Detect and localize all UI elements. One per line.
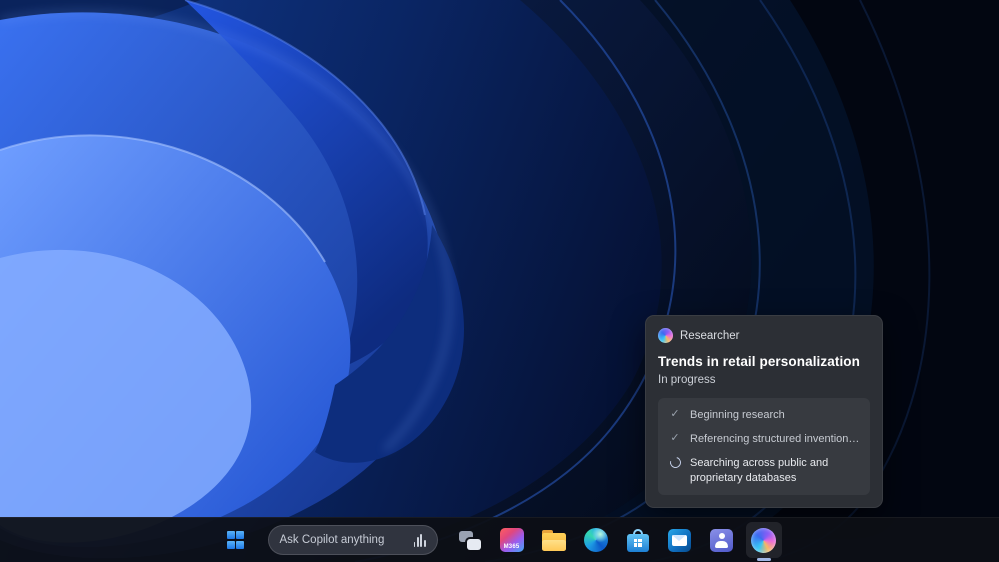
research-steps-panel: ✓ Beginning research ✓ Referencing struc… xyxy=(658,398,870,495)
check-icon: ✓ xyxy=(668,408,682,421)
voice-waveform-icon xyxy=(414,534,426,547)
research-step-done: ✓ Beginning research xyxy=(668,408,860,423)
start-button[interactable] xyxy=(218,522,254,558)
copilot-active-indicator xyxy=(757,558,771,561)
store-bag-icon xyxy=(627,529,649,552)
copilot-app-icon xyxy=(751,528,776,553)
researcher-app-label: Researcher xyxy=(680,330,739,342)
microsoft-store-button[interactable] xyxy=(620,522,656,558)
windows-logo-icon xyxy=(227,531,245,549)
copilot-button[interactable] xyxy=(746,522,782,558)
teams-button[interactable] xyxy=(704,522,740,558)
taskbar: Ask Copilot anything M365 xyxy=(0,517,999,562)
outlook-icon xyxy=(668,529,691,552)
researcher-card[interactable]: Researcher Trends in retail personalizat… xyxy=(645,315,883,508)
step-label: Beginning research xyxy=(690,408,785,423)
file-explorer-button[interactable] xyxy=(536,522,572,558)
task-view-icon xyxy=(459,531,481,550)
research-status: In progress xyxy=(658,374,870,386)
outlook-button[interactable] xyxy=(662,522,698,558)
research-title: Trends in retail personalization xyxy=(658,354,870,369)
search-placeholder: Ask Copilot anything xyxy=(280,534,385,546)
check-icon: ✓ xyxy=(668,432,682,445)
microsoft-365-icon: M365 xyxy=(500,528,524,552)
edge-button[interactable] xyxy=(578,522,614,558)
microsoft-365-button[interactable]: M365 xyxy=(494,522,530,558)
taskbar-center-group: Ask Copilot anything M365 xyxy=(218,522,782,558)
step-label: Referencing structured invention d… xyxy=(690,432,860,447)
task-view-button[interactable] xyxy=(452,522,488,558)
desktop: Researcher Trends in retail personalizat… xyxy=(0,0,999,562)
step-label: Searching across public and proprietary … xyxy=(690,456,860,486)
progress-spinner-icon xyxy=(668,456,682,468)
m365-badge: M365 xyxy=(504,544,520,552)
research-step-current: Searching across public and proprietary … xyxy=(668,456,860,486)
taskbar-search[interactable]: Ask Copilot anything xyxy=(268,525,438,555)
folder-icon xyxy=(542,533,566,551)
research-step-done: ✓ Referencing structured invention d… xyxy=(668,432,860,447)
researcher-card-header: Researcher xyxy=(658,328,870,343)
copilot-icon xyxy=(658,328,673,343)
edge-icon xyxy=(584,528,608,552)
teams-icon xyxy=(710,529,733,552)
